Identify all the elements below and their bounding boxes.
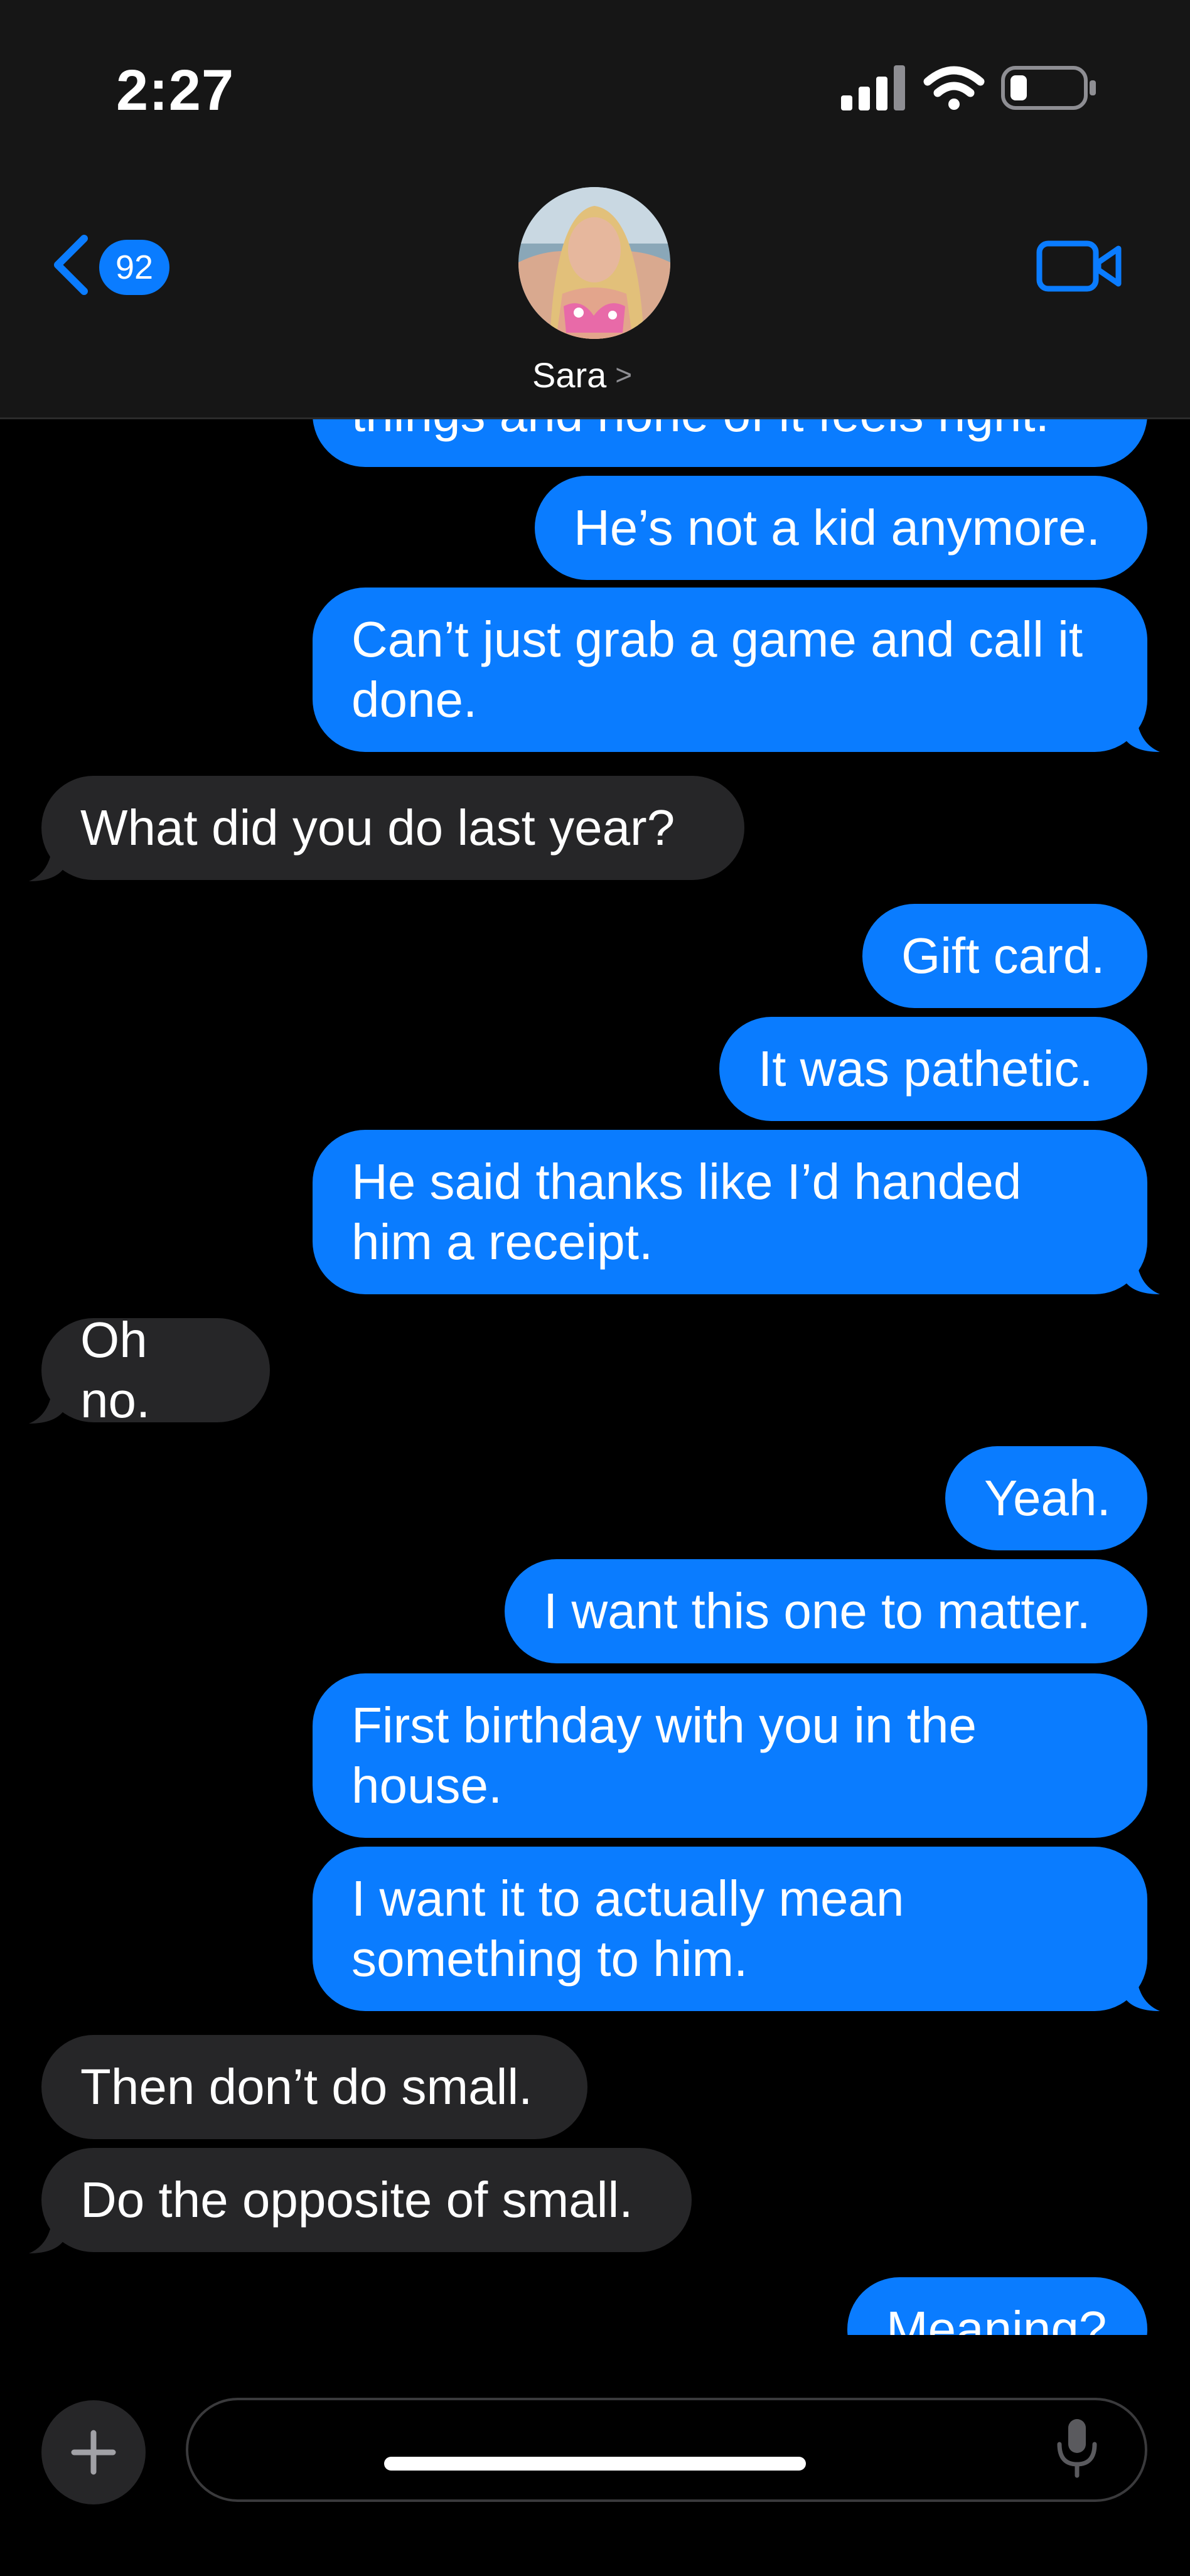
message-text: Do the opposite of small. (80, 2172, 633, 2228)
wifi-icon (923, 66, 985, 110)
message-text: Gift card. (901, 928, 1105, 984)
contact-avatar[interactable] (518, 187, 670, 339)
message-bubble-outgoing[interactable]: things and none of it feels right. (313, 419, 1147, 467)
bubble-tail (29, 1386, 65, 1424)
message-list[interactable]: things and none of it feels right. He’s … (0, 419, 1190, 2335)
bubble-tail (1123, 714, 1160, 752)
message-input[interactable] (186, 2398, 1147, 2502)
message-text: Yeah. (984, 1470, 1111, 1526)
contact-name-label: Sara (532, 355, 607, 395)
message-text: First birthday with you in the house. (351, 1697, 977, 1813)
message-bubble-outgoing[interactable]: He said thanks like I’d handed him a rec… (313, 1130, 1147, 1294)
unread-count-badge: 92 (99, 240, 169, 295)
message-bubble-outgoing[interactable]: I want it to actually mean something to … (313, 1847, 1147, 2011)
message-text: I want it to actually mean something to … (351, 1870, 904, 1987)
message-text: It was pathetic. (758, 1041, 1093, 1097)
battery-icon (1001, 66, 1096, 110)
message-text: things and none of it feels right. (351, 419, 1049, 444)
message-bubble-incoming[interactable]: What did you do last year? (41, 776, 744, 880)
message-text: I want this one to matter. (544, 1583, 1091, 1639)
contact-name[interactable]: Sara > (532, 353, 632, 397)
message-text: Meaning? (886, 2301, 1107, 2335)
add-attachment-button[interactable] (41, 2400, 146, 2504)
bubble-tail (29, 2216, 65, 2253)
avatar-photo (518, 187, 670, 339)
bubble-tail (1123, 1257, 1160, 1294)
back-chevron-icon (54, 235, 88, 295)
chevron-right-icon: > (615, 358, 633, 391)
message-text: What did you do last year? (80, 800, 675, 856)
message-bubble-outgoing[interactable]: Meaning? (847, 2277, 1147, 2335)
bubble-tail (1123, 1973, 1160, 2011)
message-bubble-incoming[interactable]: Oh no. (41, 1312, 270, 1428)
message-text: He said thanks like I’d handed him a rec… (351, 1154, 1022, 1270)
status-icons (841, 65, 1096, 110)
plus-icon (71, 2430, 116, 2475)
message-bubble-outgoing[interactable]: It was pathetic. (719, 1017, 1147, 1121)
message-composer (0, 2335, 1190, 2576)
back-button[interactable]: 92 (49, 227, 174, 303)
video-camera-icon[interactable] (1036, 235, 1123, 298)
message-text: Oh no. (80, 1312, 151, 1428)
message-text: Can’t just grab a game and call it done. (351, 611, 1083, 727)
message-bubble-incoming[interactable]: Do the opposite of small. (41, 2148, 692, 2252)
microphone-icon[interactable] (1054, 2417, 1100, 2479)
bubble-tail (29, 844, 65, 881)
cellular-signal-icon (841, 65, 905, 110)
message-bubble-outgoing[interactable]: First birthday with you in the house. (313, 1673, 1147, 1838)
message-bubble-incoming[interactable]: Then don’t do small. (41, 2035, 587, 2139)
message-bubble-outgoing[interactable]: I want this one to matter. (505, 1559, 1147, 1663)
message-bubble-outgoing[interactable]: He’s not a kid anymore. (535, 476, 1147, 580)
message-text: He’s not a kid anymore. (574, 500, 1100, 555)
message-bubble-outgoing[interactable]: Gift card. (862, 904, 1147, 1008)
message-text: Then don’t do small. (80, 2059, 533, 2115)
message-bubble-outgoing[interactable]: Can’t just grab a game and call it done. (313, 588, 1147, 752)
status-time: 2:27 (116, 58, 235, 122)
home-indicator[interactable] (384, 2457, 806, 2471)
message-bubble-outgoing[interactable]: Yeah. (945, 1446, 1147, 1550)
conversation-header: 2:27 92 Sara > (0, 0, 1190, 419)
